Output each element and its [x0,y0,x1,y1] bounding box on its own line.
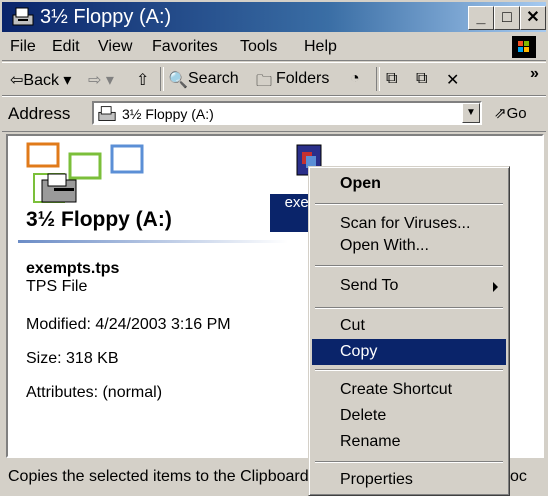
ctx-cut[interactable]: Cut [312,313,506,339]
toolbar-overflow-chevron[interactable]: » [530,65,539,83]
selected-file-type: TPS File [26,278,88,295]
address-value: 3½ Floppy (A:) [122,106,214,122]
move-to-icon[interactable]: ⧉ [386,70,397,88]
window-title: 3½ Floppy (A:) [40,6,172,28]
toolbar-separator [160,67,164,91]
status-text: Copies the selected items to the Clipboa… [8,468,309,485]
standard-toolbar: ⇦Back ▾ ⇨ ▾ ⇧ 🔍 Search 🗀 Folders ◔ ⧉ ⧉ ✕… [2,62,546,96]
address-dropdown-button[interactable]: ▼ [462,103,480,123]
go-arrow-icon: ⇗ [494,105,507,122]
title-bar[interactable]: 3½ Floppy (A:) _ □ ✕ [2,2,546,32]
floppy-drive-icon [98,106,116,121]
ctx-send-to-label: Send To [340,277,399,294]
folders-icon: 🗀 [256,73,273,90]
copy-to-icon[interactable]: ⧉ [416,70,427,88]
menu-favorites[interactable]: Favorites [152,38,218,56]
selected-file-name: exempts.tps [26,260,120,277]
address-field[interactable]: 3½ Floppy (A:) ▼ [92,101,482,125]
windows-logo-icon [512,36,536,58]
minimize-button[interactable]: _ [468,6,494,30]
address-bar: Address 3½ Floppy (A:) ▼ ⇗Go [2,96,546,132]
ctx-delete[interactable]: Delete [312,403,506,429]
up-folder-icon[interactable]: ⇧ [136,70,149,90]
ctx-rename[interactable]: Rename [312,429,506,455]
menu-edit[interactable]: Edit [52,38,80,56]
context-menu: Open Scan for Viruses... Open With... Se… [308,166,510,496]
search-icon: 🔍 [168,72,188,89]
menu-tools[interactable]: Tools [240,38,277,56]
ctx-separator [315,369,503,371]
go-label: Go [506,105,527,122]
ctx-separator [315,265,503,267]
selected-file-size: Size: 318 KB [26,350,119,367]
explorer-window: 3½ Floppy (A:) _ □ ✕ File Edit View Favo… [0,0,548,496]
ctx-properties[interactable]: Properties [312,467,506,493]
status-zone: oc [510,468,527,485]
menu-file[interactable]: File [10,38,36,56]
address-label: Address [8,104,71,123]
windows-flag-icon [518,41,529,52]
title-underline [18,240,288,243]
go-button[interactable]: ⇗Go [494,104,527,122]
ctx-separator [315,307,503,309]
floppy-drive-icon [12,7,34,26]
drive-title: 3½ Floppy (A:) [26,208,172,231]
ctx-open-with[interactable]: Open With... [312,233,506,259]
ctx-send-to[interactable]: Send To [312,273,506,299]
search-button[interactable]: Search [188,70,239,88]
submenu-arrow-icon [493,282,498,292]
back-button[interactable]: ⇦Back ▾ [10,70,71,90]
history-icon[interactable]: ◔ [350,70,360,88]
toolbar-separator [376,67,380,91]
forward-button[interactable]: ⇨ ▾ [88,70,114,90]
maximize-button[interactable]: □ [494,6,520,30]
delete-icon[interactable]: ✕ [446,70,459,90]
menu-view[interactable]: View [98,38,132,56]
ctx-open[interactable]: Open [312,171,506,197]
ctx-copy[interactable]: Copy [312,339,506,365]
close-button[interactable]: ✕ [520,6,546,30]
ctx-separator [315,461,503,463]
selected-file-attributes: Attributes: (normal) [26,384,163,401]
ctx-create-shortcut[interactable]: Create Shortcut [312,377,506,403]
folders-button[interactable]: Folders [276,70,329,88]
menu-help[interactable]: Help [304,38,337,56]
menu-bar: File Edit View Favorites Tools Help [2,34,546,61]
selected-file-modified: Modified: 4/24/2003 3:16 PM [26,316,231,333]
ctx-separator [315,203,503,205]
